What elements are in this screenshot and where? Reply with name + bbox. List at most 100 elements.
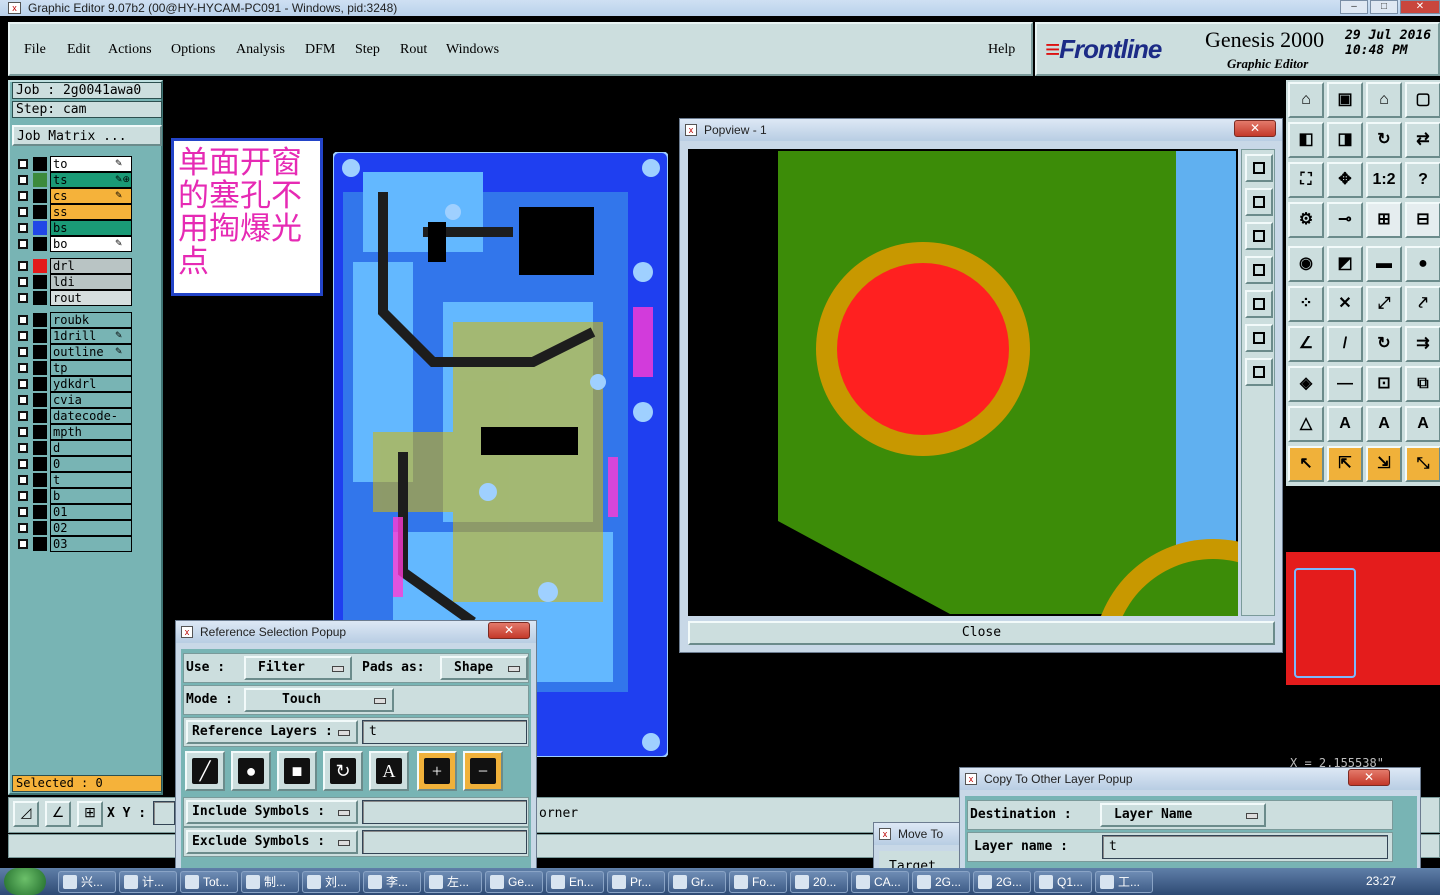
layer-checkbox[interactable] — [18, 315, 28, 325]
popview-zoom-out-icon[interactable] — [1245, 222, 1273, 250]
layer-checkbox[interactable] — [18, 191, 28, 201]
layer-color-swatch[interactable] — [33, 521, 47, 535]
connect-icon[interactable]: ⤢ — [1366, 286, 1402, 322]
zoom-out-icon[interactable]: ▣ — [1327, 82, 1363, 118]
probe-icon[interactable]: ⊸ — [1327, 202, 1363, 238]
menu-dfm[interactable]: DFM — [305, 42, 335, 58]
taskbar-item[interactable]: 兴... — [58, 871, 116, 893]
taskbar-item[interactable]: CA... — [851, 871, 909, 893]
popview-zoom-in-icon[interactable] — [1245, 188, 1273, 216]
layer-color-swatch[interactable] — [33, 189, 47, 203]
layer-name-label[interactable]: cvia — [50, 392, 132, 408]
redraw-icon[interactable]: ↻ — [1366, 122, 1402, 158]
dot-icon[interactable]: ● — [1405, 246, 1440, 282]
reference-layers-input[interactable]: t — [362, 720, 527, 744]
pan-right-icon[interactable]: ◨ — [1327, 122, 1363, 158]
pad-icon[interactable]: ◈ — [1288, 366, 1324, 402]
popview-canvas[interactable] — [688, 149, 1238, 616]
layer-checkbox[interactable] — [18, 443, 28, 453]
layer-row-ldi[interactable]: ldi — [15, 274, 133, 290]
net-select-icon[interactable]: ⊟ — [1405, 202, 1440, 238]
layer-checkbox[interactable] — [18, 427, 28, 437]
layer-name-input[interactable]: t — [1102, 835, 1388, 859]
layer-name-label[interactable]: bs — [50, 220, 132, 236]
layer-name-label[interactable]: ydkdrl — [50, 376, 132, 392]
layer-checkbox[interactable] — [18, 277, 28, 287]
text-tool-icon[interactable]: ⇉ — [1405, 326, 1440, 362]
menu-edit[interactable]: Edit — [67, 42, 90, 58]
ruler-icon[interactable]: ▬ — [1366, 246, 1402, 282]
menu-options[interactable]: Options — [171, 42, 215, 58]
popview-pan-right-icon[interactable] — [1245, 290, 1273, 318]
layer-color-swatch[interactable] — [33, 291, 47, 305]
layer-row-outline[interactable]: outline ✎ — [15, 344, 133, 360]
popview-zoom-fit-icon[interactable] — [1245, 154, 1273, 182]
layer-name-label[interactable]: 01 — [50, 504, 132, 520]
taskbar-item[interactable]: 2G... — [973, 871, 1031, 893]
taskbar-item[interactable]: 李... — [363, 871, 421, 893]
system-clock[interactable]: 23:27 — [1274, 868, 1434, 895]
layer-name-label[interactable]: ldi — [50, 274, 132, 290]
zoom-home-icon[interactable]: ⌂ — [1288, 82, 1324, 118]
layer-color-swatch[interactable] — [33, 157, 47, 171]
minus-line-icon[interactable]: — — [1327, 366, 1363, 402]
layer-name-label[interactable]: tp — [50, 360, 132, 376]
select-net-icon[interactable]: ⇲ — [1366, 446, 1402, 482]
menu-step[interactable]: Step — [355, 42, 380, 58]
start-button[interactable] — [4, 868, 46, 895]
line-icon[interactable]: ∠ — [1288, 326, 1324, 362]
net-highlight-icon[interactable]: ⊞ — [1366, 202, 1402, 238]
layer-name-label[interactable]: ss — [50, 204, 132, 220]
layer-color-swatch[interactable] — [33, 473, 47, 487]
layer-row-d[interactable]: d — [15, 440, 133, 456]
taskbar-item[interactable]: Q1... — [1034, 871, 1092, 893]
text-a-arrow-icon[interactable]: A — [1405, 406, 1440, 442]
layer-color-swatch[interactable] — [33, 221, 47, 235]
layer-checkbox[interactable] — [18, 293, 28, 303]
layer-checkbox[interactable] — [18, 175, 28, 185]
arc-icon[interactable]: ↻ — [1366, 326, 1402, 362]
layer-color-swatch[interactable] — [33, 457, 47, 471]
layer-name-label[interactable]: roubk — [50, 312, 132, 328]
grid-icon[interactable]: ⊞ — [77, 801, 103, 827]
menu-help[interactable]: Help — [988, 42, 1015, 58]
layer-row-cvia[interactable]: cvia — [15, 392, 133, 408]
layer-row-b[interactable]: b — [15, 488, 133, 504]
taskbar-item[interactable]: 计... — [119, 871, 177, 893]
triangle-icon[interactable]: △ — [1288, 406, 1324, 442]
maximize-button[interactable]: □ — [1370, 0, 1398, 14]
move-popup-title-bar[interactable]: x Move To — [874, 823, 962, 845]
taskbar-item[interactable]: Pr... — [607, 871, 665, 893]
layer-name-label[interactable]: 02 — [50, 520, 132, 536]
layer-checkbox[interactable] — [18, 331, 28, 341]
link-icon[interactable]: ⤤ — [1405, 286, 1440, 322]
layer-color-swatch[interactable] — [33, 505, 47, 519]
layer-color-swatch[interactable] — [33, 537, 47, 551]
exclude-symbols-input[interactable] — [362, 830, 527, 854]
layer-checkbox[interactable] — [18, 475, 28, 485]
taskbar-item[interactable]: 刘... — [302, 871, 360, 893]
layer-color-swatch[interactable] — [33, 275, 47, 289]
line-symbol-button[interactable]: ╱ — [185, 751, 225, 791]
box-icon[interactable]: ⊡ — [1366, 366, 1402, 402]
layer-color-swatch[interactable] — [33, 329, 47, 343]
angle-icon[interactable]: ∠ — [45, 801, 71, 827]
layer-row-t[interactable]: t — [15, 472, 133, 488]
select-pointer-icon[interactable]: ↖ — [1288, 446, 1324, 482]
corner-select-icon[interactable]: ◿ — [13, 801, 39, 827]
layer-checkbox[interactable] — [18, 159, 28, 169]
ref-popup-title-bar[interactable]: x Reference Selection Popup — [176, 621, 536, 643]
layer-name-label[interactable]: rout — [50, 290, 132, 306]
surface-symbol-button[interactable]: ■ — [277, 751, 317, 791]
menu-analysis[interactable]: Analysis — [236, 42, 285, 58]
layer-row-mpth[interactable]: mpth — [15, 424, 133, 440]
layer-color-swatch[interactable] — [33, 313, 47, 327]
layer-row-0[interactable]: 0 — [15, 456, 133, 472]
layer-checkbox[interactable] — [18, 379, 28, 389]
layer-row-ss[interactable]: ss — [15, 204, 133, 220]
exclude-symbols-button[interactable]: Exclude Symbols : — [186, 830, 358, 854]
popview-pan-left-icon[interactable] — [1245, 256, 1273, 284]
layer-checkbox[interactable] — [18, 395, 28, 405]
layer-color-swatch[interactable] — [33, 361, 47, 375]
layer-name-label[interactable]: 03 — [50, 536, 132, 552]
